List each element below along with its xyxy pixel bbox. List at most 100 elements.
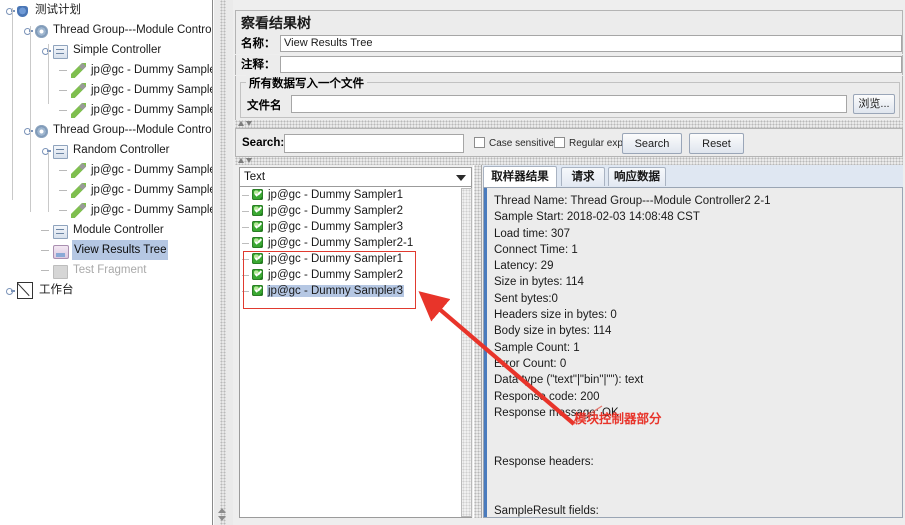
tree-branch-icon: [58, 84, 70, 96]
tree-expand-toggle-icon[interactable]: [4, 4, 16, 16]
search-button[interactable]: Search: [622, 133, 682, 154]
tree-node[interactable]: Thread Group---Module Controller2: [0, 120, 212, 140]
tree-node-label: Module Controller: [73, 224, 164, 236]
tree-connector-line: [30, 128, 31, 212]
tree-node-label: jp@gc - Dummy Sampler2: [91, 84, 213, 96]
tree-node[interactable]: jp@gc - Dummy Sampler2-3: [0, 200, 212, 220]
tree-node[interactable]: Random Controller: [0, 140, 212, 160]
result-row-label: jp@gc - Dummy Sampler1: [268, 253, 404, 265]
comment-input[interactable]: [280, 56, 902, 73]
tree-node[interactable]: Test Fragment: [0, 260, 212, 280]
tree-node-label: Test Fragment: [73, 264, 147, 276]
panel-divider-top[interactable]: [235, 120, 903, 128]
file-group-row: 所有数据写入一个文件 文件名 浏览...: [235, 75, 903, 120]
divider-mid-down-arrow-icon[interactable]: [246, 158, 252, 163]
regular-exp-checkbox[interactable]: [554, 137, 565, 148]
test-plan-icon: [17, 5, 28, 17]
tree-node[interactable]: Thread Group---Module Controller1: [0, 20, 212, 40]
result-row-label: jp@gc - Dummy Sampler3: [268, 221, 404, 233]
tree-node-label: Thread Group---Module Controller1: [53, 24, 212, 36]
sampler-result-detail-pane[interactable]: Thread Name: Thread Group---Module Contr…: [483, 187, 903, 518]
divider-mid-up-arrow-icon[interactable]: [238, 158, 244, 163]
results-row-container[interactable]: jp@gc - Dummy Sampler1 jp@gc - Dummy Samp…: [240, 187, 471, 299]
split-collapse-right-icon[interactable]: [218, 516, 226, 521]
tree-node[interactable]: 工作台: [0, 280, 212, 300]
result-row[interactable]: jp@gc - Dummy Sampler1: [240, 251, 471, 267]
test-fragment-icon: [53, 264, 68, 279]
result-row[interactable]: jp@gc - Dummy Sampler2: [240, 267, 471, 283]
divider-down-arrow-icon[interactable]: [246, 121, 252, 126]
tree-node[interactable]: jp@gc - Dummy Sampler2-1: [0, 160, 212, 180]
tree-node[interactable]: jp@gc - Dummy Sampler2-2: [0, 180, 212, 200]
controller-icon: [53, 144, 68, 159]
result-row[interactable]: jp@gc - Dummy Sampler3: [240, 283, 471, 299]
render-selector-combo[interactable]: Text: [239, 167, 472, 187]
success-shield-icon: [252, 237, 263, 249]
chevron-down-icon: [456, 175, 466, 181]
result-branch-icon: [242, 291, 249, 292]
tree-node-list[interactable]: 测试计划 Thread Group---Module Controller1 Sim…: [0, 0, 212, 300]
result-row[interactable]: jp@gc - Dummy Sampler2: [240, 203, 471, 219]
case-sensitive-checkbox[interactable]: [474, 137, 485, 148]
result-row[interactable]: jp@gc - Dummy Sampler1: [240, 187, 471, 203]
result-row-label: jp@gc - Dummy Sampler3: [267, 285, 405, 297]
results-list[interactable]: jp@gc - Dummy Sampler1 jp@gc - Dummy Samp…: [239, 187, 472, 518]
tree-connector-line: [12, 8, 13, 200]
tree-expand-toggle-icon[interactable]: [4, 284, 16, 296]
tab-request[interactable]: 请求: [561, 167, 605, 186]
tree-node-label: Random Controller: [73, 144, 170, 156]
tree-branch-icon: [58, 64, 70, 76]
view-results-tree-icon: [53, 244, 69, 259]
regular-exp-label: Regular exp.: [569, 138, 626, 149]
controller-icon: [53, 44, 68, 59]
result-tabs: 取样器结果 请求 响应数据: [483, 165, 903, 188]
result-row-label: jp@gc - Dummy Sampler2-1: [268, 237, 414, 249]
name-label: 名称：: [241, 38, 276, 50]
tree-node-label: jp@gc - Dummy Sampler2-2: [91, 184, 212, 196]
tree-node[interactable]: Simple Controller: [0, 40, 212, 60]
tree-node[interactable]: jp@gc - Dummy Sampler1: [0, 60, 212, 80]
test-plan-tree-panel[interactable]: 测试计划 Thread Group---Module Controller1 Sim…: [0, 0, 213, 525]
tree-expand-toggle-icon[interactable]: [40, 144, 52, 156]
tree-expand-toggle-icon[interactable]: [22, 124, 34, 136]
tree-node[interactable]: 测试计划: [0, 0, 212, 20]
tree-branch-icon: [40, 224, 52, 236]
search-bar: Search: Case sensitive Regular exp. Sear…: [235, 128, 903, 157]
tab-sampler-result[interactable]: 取样器结果: [483, 166, 557, 187]
name-input[interactable]: View Results Tree: [280, 35, 902, 52]
result-row-label: jp@gc - Dummy Sampler1: [268, 189, 404, 201]
write-all-data-group-title: 所有数据写入一个文件: [246, 75, 367, 91]
tree-branch-icon: [58, 104, 70, 116]
tree-node-label: jp@gc - Dummy Sampler3: [91, 104, 213, 116]
success-shield-icon: [252, 189, 263, 201]
tree-node[interactable]: Module Controller: [0, 220, 212, 240]
tree-node-label: jp@gc - Dummy Sampler1: [91, 64, 213, 76]
tree-expand-toggle-icon[interactable]: [40, 44, 52, 56]
inner-split-divider[interactable]: [473, 165, 482, 518]
search-input[interactable]: [284, 134, 464, 153]
results-list-scrollbar[interactable]: [461, 188, 472, 517]
workbench-icon: [17, 282, 33, 299]
tree-node-label: 工作台: [39, 284, 74, 296]
search-label: Search:: [242, 137, 285, 149]
detail-accent-bar: [484, 188, 487, 517]
filename-input[interactable]: [291, 95, 847, 113]
reset-button[interactable]: Reset: [689, 133, 744, 154]
comment-label: 注释：: [241, 59, 276, 71]
split-collapse-left-icon[interactable]: [218, 508, 226, 513]
tree-node[interactable]: jp@gc - Dummy Sampler2: [0, 80, 212, 100]
tree-node[interactable]: jp@gc - Dummy Sampler3: [0, 100, 212, 120]
divider-up-arrow-icon[interactable]: [238, 121, 244, 126]
tree-expand-toggle-icon[interactable]: [22, 24, 34, 36]
tree-node-label: Simple Controller: [73, 44, 162, 56]
sampler-icon: [71, 203, 86, 218]
sampler-icon: [71, 103, 86, 118]
tree-node[interactable]: View Results Tree: [0, 240, 212, 260]
browse-button[interactable]: 浏览...: [853, 94, 895, 114]
tree-node-label: jp@gc - Dummy Sampler2-1: [91, 164, 212, 176]
vertical-split-divider[interactable]: [213, 0, 234, 525]
panel-divider-mid[interactable]: [235, 157, 903, 165]
result-row[interactable]: jp@gc - Dummy Sampler2-1: [240, 235, 471, 251]
result-row[interactable]: jp@gc - Dummy Sampler3: [240, 219, 471, 235]
tab-response-data[interactable]: 响应数据: [608, 167, 666, 186]
